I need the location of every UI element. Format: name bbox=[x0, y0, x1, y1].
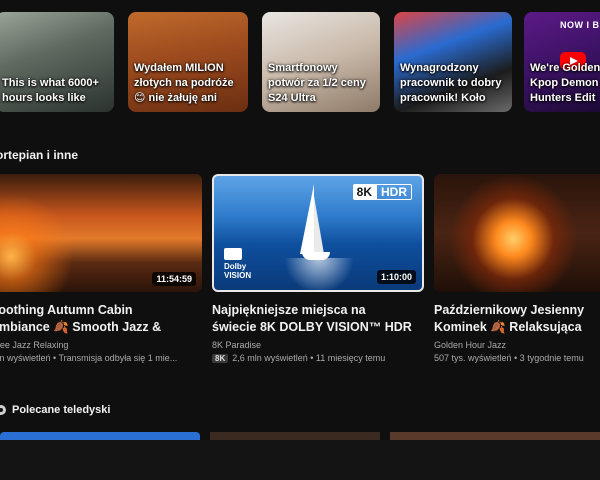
sailboat-hull bbox=[302, 252, 330, 260]
dolby-text: Dolby bbox=[224, 262, 247, 271]
video-meta: 507 tys. wyświetleń • 3 tygodnie temu bbox=[434, 353, 600, 363]
dolby-icon bbox=[224, 248, 242, 260]
recommended-label: Polecane teledyski bbox=[12, 404, 111, 416]
music-disc-icon bbox=[0, 405, 6, 415]
video-card-focused[interactable]: 8K HDR Dolby VISION 1:10:00 Najpiękniejs… bbox=[212, 174, 424, 363]
video-card[interactable]: 11:54:59 Soothing Autumn Cabin Ambiance … bbox=[0, 174, 202, 363]
hdr-label: HDR bbox=[376, 184, 412, 200]
dolby-vision-logo: Dolby VISION bbox=[224, 248, 251, 280]
sailboat-icon bbox=[300, 184, 314, 254]
short-overlay-text: NOW I BE bbox=[560, 20, 600, 30]
video-meta-text: mln wyświetleń • Transmisja odbyła się 1… bbox=[0, 353, 178, 363]
video-title-line2[interactable]: świecie 8K DOLBY VISION™ HDR bbox=[212, 319, 424, 336]
video-title-line2[interactable]: Ambiance 🍂 Smooth Jazz & bbox=[0, 319, 202, 336]
video-card[interactable]: Październikowy Jesienny Kominek 🍂 Relaks… bbox=[434, 174, 600, 363]
next-thumbnail[interactable] bbox=[210, 432, 380, 440]
video-title-line2[interactable]: Kominek 🍂 Relaksująca bbox=[434, 319, 600, 336]
short-caption: Wydałem MILION złotych na podróże 😊 nie … bbox=[134, 62, 234, 104]
recommended-section-header: Polecane teledyski bbox=[0, 404, 110, 416]
video-thumbnail[interactable] bbox=[434, 174, 600, 292]
8k-badge: 8K bbox=[212, 353, 229, 363]
short-card[interactable]: Wydałem MILION złotych na podróże 😊 nie … bbox=[128, 12, 248, 112]
next-thumbnail[interactable] bbox=[0, 432, 200, 440]
duration-badge: 11:54:59 bbox=[152, 272, 196, 286]
short-caption: We're Golden Kpop Demon Hunters Edit bbox=[530, 62, 600, 104]
short-caption: This is what 6000+ hours looks like bbox=[2, 77, 99, 104]
8k-label: 8K bbox=[352, 184, 376, 200]
video-title[interactable]: Soothing Autumn Cabin bbox=[0, 302, 202, 319]
section-title: ortepian i inne bbox=[0, 148, 79, 162]
video-meta-text: 507 tys. wyświetleń • 3 tygodnie temu bbox=[434, 353, 584, 363]
duration-badge: 1:10:00 bbox=[376, 270, 416, 284]
next-thumbnail[interactable] bbox=[390, 432, 600, 440]
short-card[interactable]: NOW I BE We're Golden Kpop Demon Hunters… bbox=[524, 12, 600, 112]
channel-name: offee Jazz Relaxing bbox=[0, 340, 69, 350]
channel-name: 8K Paradise bbox=[212, 340, 262, 350]
short-card[interactable]: Smartfonowy potwór za 1/2 ceny S24 Ultra bbox=[262, 12, 380, 112]
tv-screen: This is what 6000+ hours looks like Wyda… bbox=[0, 0, 600, 480]
boat-wake bbox=[284, 258, 354, 290]
next-row-peek bbox=[0, 432, 600, 440]
vision-text: VISION bbox=[224, 271, 252, 280]
8k-hdr-badge: 8K HDR bbox=[352, 184, 412, 200]
short-caption: Wynagrodzony pracownik to dobry pracowni… bbox=[400, 62, 502, 104]
video-meta: mln wyświetleń • Transmisja odbyła się 1… bbox=[0, 353, 202, 363]
video-meta: 8K 2,6 mln wyświetleń • 11 miesięcy temu bbox=[212, 353, 424, 363]
short-card[interactable]: Wynagrodzony pracownik to dobry pracowni… bbox=[394, 12, 512, 112]
video-thumbnail[interactable]: 8K HDR Dolby VISION 1:10:00 bbox=[212, 174, 424, 292]
short-card[interactable]: This is what 6000+ hours looks like bbox=[0, 12, 114, 112]
shorts-shelf: This is what 6000+ hours looks like Wyda… bbox=[0, 12, 600, 112]
video-title[interactable]: Najpiękniejsze miejsca na bbox=[212, 302, 424, 319]
video-meta-text: 2,6 mln wyświetleń • 11 miesięcy temu bbox=[232, 353, 386, 363]
sailboat-jib bbox=[314, 196, 324, 254]
video-thumbnail[interactable]: 11:54:59 bbox=[0, 174, 202, 292]
channel-name: Golden Hour Jazz bbox=[434, 340, 507, 350]
short-caption: Smartfonowy potwór za 1/2 ceny S24 Ultra bbox=[268, 62, 366, 104]
tv-bezel bbox=[0, 440, 600, 480]
video-title[interactable]: Październikowy Jesienny bbox=[434, 302, 600, 319]
